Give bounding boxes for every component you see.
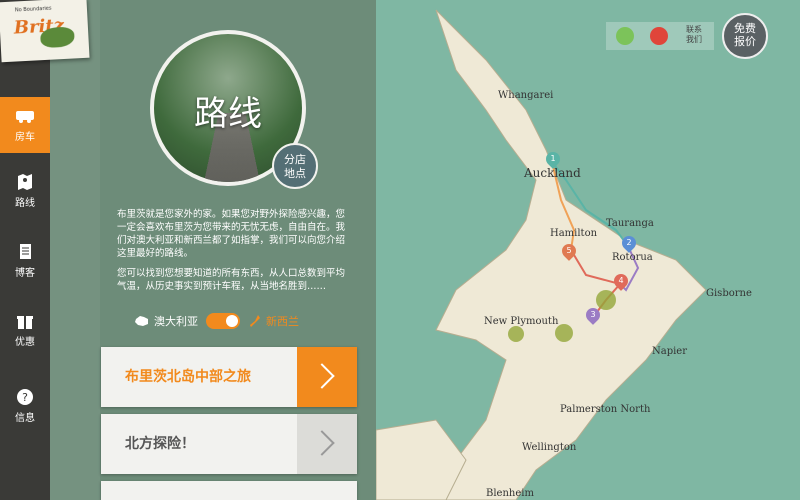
branch-label-line1: 分店 xyxy=(284,153,306,166)
sidebar-item-label: 房车 xyxy=(15,132,35,143)
free-quote-button[interactable]: 免费 报价 xyxy=(722,13,768,59)
map-label: Napier xyxy=(652,346,688,357)
country-label-new-zealand[interactable]: 新西兰 xyxy=(266,313,299,329)
contact-us-link[interactable]: 联系 我们 xyxy=(686,25,702,45)
sidebar-item-label: 优惠 xyxy=(15,337,35,348)
map-label: Palmerston North xyxy=(560,404,651,415)
intro-paragraph: 布里茨就是您家外的家。如果您对野外探险感兴趣，您一定会喜欢布里茨为您带来的无忧无… xyxy=(117,209,346,259)
map-label: Gisborne xyxy=(706,288,752,299)
question-icon: ? xyxy=(17,389,33,405)
sidebar-nav: 房车 路线 博客 优惠 ? 信息 xyxy=(0,0,50,500)
sidebar-item-info[interactable]: ? 信息 xyxy=(0,378,50,434)
route-stop-pin[interactable]: 3 xyxy=(583,305,603,325)
map-pin-icon xyxy=(18,174,32,190)
country-switch: 澳大利亚 新西兰 xyxy=(134,312,299,330)
chevron-right-icon[interactable] xyxy=(297,347,357,407)
branch-locations-button[interactable]: 分店 地点 xyxy=(272,143,318,189)
map-label: Whangarei xyxy=(498,90,554,101)
campervan-icon xyxy=(16,111,34,123)
stop-number: 4 xyxy=(618,276,624,285)
map-view[interactable]: Whangarei Auckland Tauranga Hamilton Rot… xyxy=(376,0,800,500)
sidebar-item-routes[interactable]: 路线 xyxy=(0,163,50,219)
map-label: Wellington xyxy=(522,442,577,453)
route-stop-pin[interactable]: 5 xyxy=(559,241,579,261)
route-card-label: 北方探险！ xyxy=(125,436,195,452)
gift-icon xyxy=(17,316,33,329)
country-toggle[interactable] xyxy=(206,313,240,329)
stop-number: 2 xyxy=(626,238,632,247)
sidebar-item-label: 博客 xyxy=(15,268,35,279)
weibo-icon[interactable] xyxy=(650,27,668,45)
contact-label-line1: 联系 xyxy=(686,25,702,34)
route-card[interactable] xyxy=(101,481,357,500)
map-label: Hamilton xyxy=(550,228,598,239)
kiwi-logo-icon xyxy=(39,26,75,49)
stop-number: 1 xyxy=(550,154,556,163)
north-island-map xyxy=(376,9,707,500)
wechat-icon[interactable] xyxy=(616,27,634,45)
quote-label-line1: 免费 xyxy=(734,22,756,35)
sidebar-item-label: 信息 xyxy=(15,413,35,424)
route-stop-pin[interactable]: 4 xyxy=(611,271,631,291)
intro-text: 布里茨就是您家外的家。如果您对野外探险感兴趣，您一定会喜欢布里茨为您带来的无忧无… xyxy=(117,208,349,300)
route-card[interactable]: 北方探险！ xyxy=(101,414,357,474)
stop-number: 3 xyxy=(590,310,596,319)
country-label-australia[interactable]: 澳大利亚 xyxy=(154,313,198,329)
intro-paragraph: 您可以找到您想要知道的所有东西，从人口总数到平均气温，从历史事实到预计车程，从当… xyxy=(117,268,346,292)
map-label: New Plymouth xyxy=(484,316,559,327)
route-card-label: 布里茨北岛中部之旅 xyxy=(125,369,251,385)
sidebar-item-blog[interactable]: 博客 xyxy=(0,233,50,289)
stop-number: 5 xyxy=(566,246,572,255)
sidebar-item-deals[interactable]: 优惠 xyxy=(0,302,50,358)
page-title: 路线 xyxy=(194,94,262,134)
route-stop-pin[interactable]: 2 xyxy=(619,233,639,253)
britz-logo[interactable]: No Boundaries Britz xyxy=(0,0,90,63)
sidebar-item-label: 路线 xyxy=(15,198,35,209)
quote-label-line2: 报价 xyxy=(734,35,756,48)
contact-label-line2: 我们 xyxy=(686,35,702,44)
map-label: Blenheim xyxy=(486,488,534,499)
svg-text:?: ? xyxy=(22,391,28,404)
chevron-right-icon[interactable] xyxy=(297,414,357,474)
route-stop-pin[interactable]: 1 xyxy=(543,149,563,169)
australia-icon xyxy=(135,316,148,326)
map-label: Tauranga xyxy=(606,218,654,229)
logo-tagline: No Boundaries xyxy=(14,5,52,14)
document-icon xyxy=(20,244,31,259)
map-label: Rotorua xyxy=(612,252,653,263)
branch-label-line2: 地点 xyxy=(284,167,306,180)
route-card[interactable]: 布里茨北岛中部之旅 xyxy=(101,347,357,407)
new-zealand-icon xyxy=(250,315,260,327)
sidebar-item-campervan[interactable]: 房车 xyxy=(0,97,50,153)
toggle-knob xyxy=(226,315,238,327)
